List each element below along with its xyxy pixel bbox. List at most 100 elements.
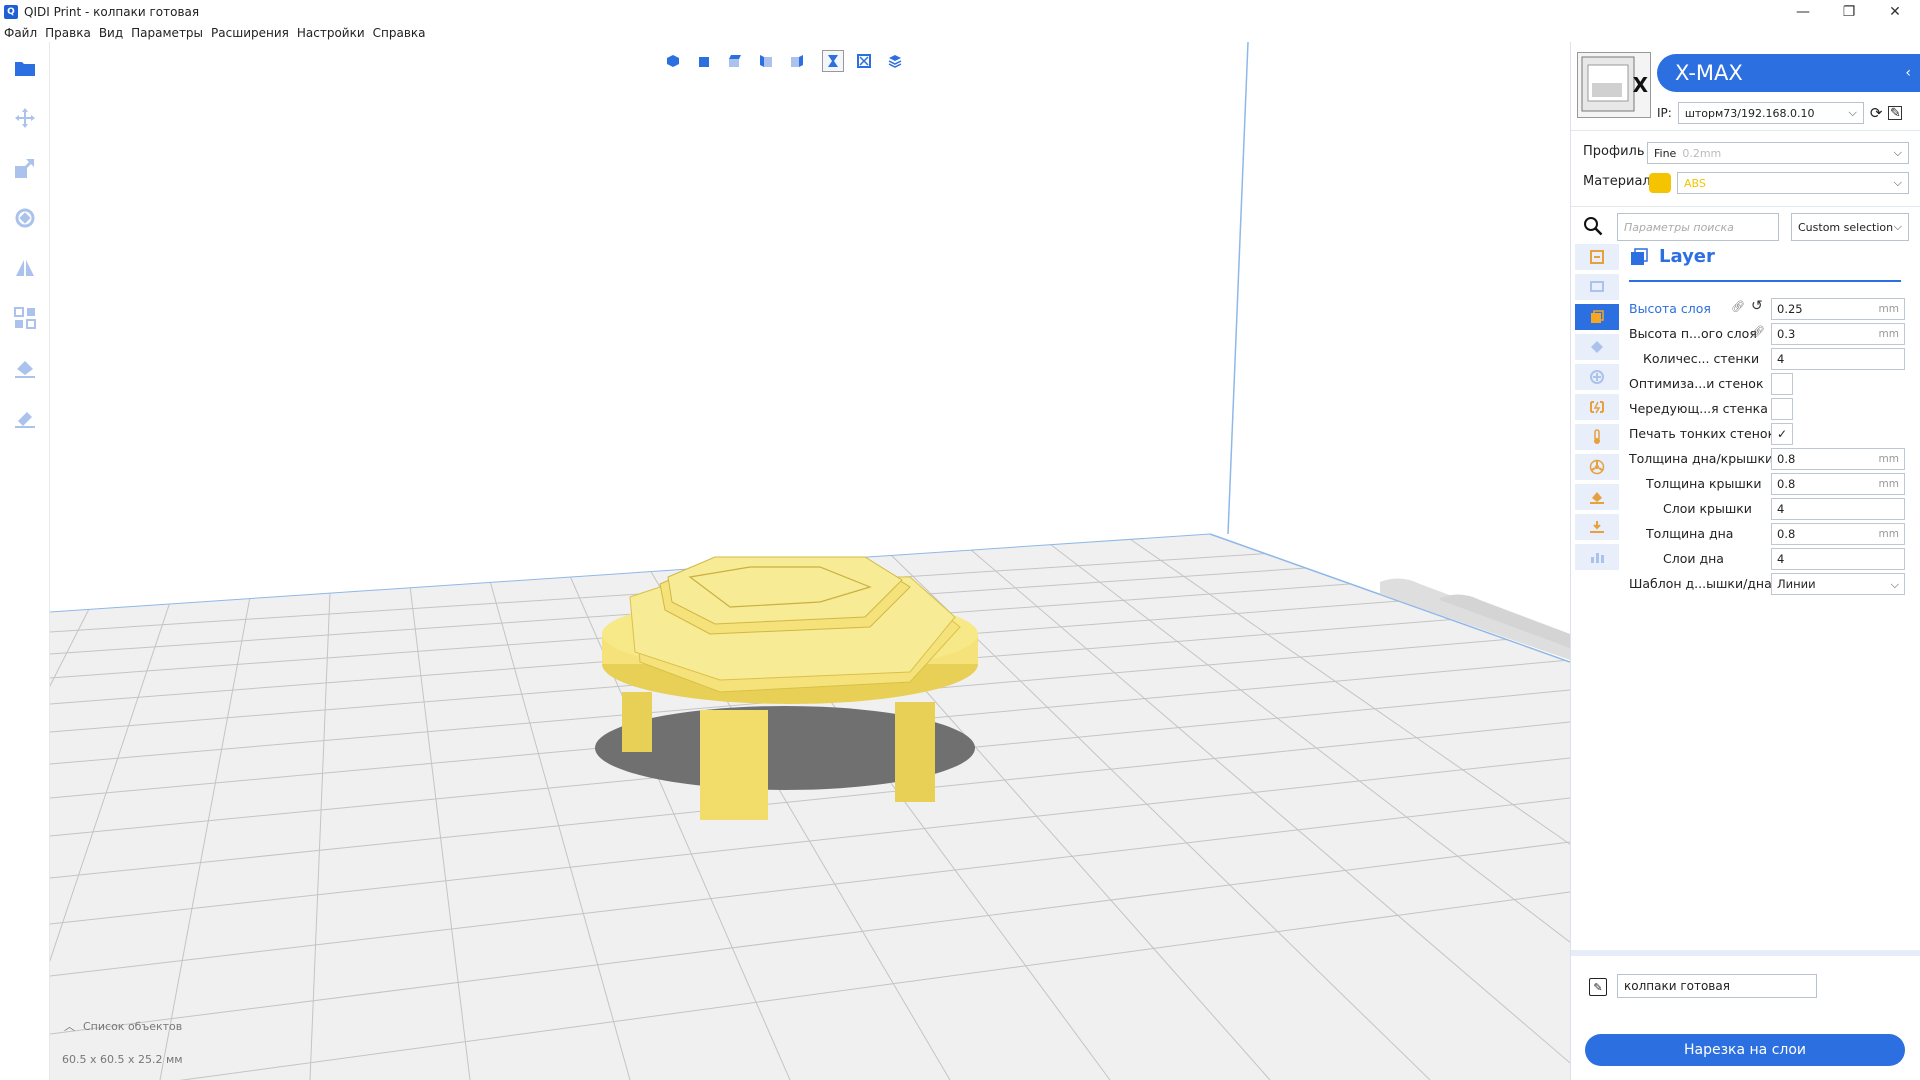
param-label: Слои дна [1663, 551, 1724, 566]
support-eraser-icon[interactable] [13, 406, 37, 430]
folder-icon[interactable] [13, 56, 37, 80]
edit-name-icon[interactable]: ✎ [1589, 978, 1607, 996]
link-icon: 🔗︎ [1751, 325, 1765, 338]
chevron-left-icon: ‹ [1905, 65, 1911, 81]
support-icon[interactable] [13, 356, 37, 380]
section-header: Layer [1629, 246, 1715, 267]
param-top-bottom-thickness: Толщина дна/крышки 0.8 mm [1629, 448, 1919, 470]
view-3d-icon[interactable] [662, 50, 684, 72]
view-top-icon[interactable] [724, 50, 746, 72]
divider [1571, 130, 1920, 131]
tab-infill[interactable] [1575, 334, 1619, 360]
menu-settings[interactable]: Настройки [293, 26, 369, 40]
printer-badge: X [1632, 73, 1648, 97]
bottom-thickness-input[interactable]: 0.8 mm [1771, 523, 1905, 545]
profile-select[interactable]: Fine 0.2mm ⌵ [1647, 142, 1909, 164]
menu-parameters[interactable]: Параметры [127, 26, 207, 40]
top-bottom-pattern-select[interactable]: Линии ⌵ [1771, 573, 1905, 595]
param-initial-layer-height: Высота п...ого слоя 🔗︎ 0.3 mm [1629, 323, 1919, 345]
param-label: Толщина дна [1646, 526, 1734, 541]
custom-selection-label: Custom selection [1798, 220, 1894, 234]
alternate-wall-checkbox[interactable] [1771, 398, 1793, 420]
scale-icon[interactable] [13, 156, 37, 180]
move-icon[interactable] [13, 106, 37, 130]
menu-help[interactable]: Справка [369, 26, 430, 40]
arrange-icon[interactable] [13, 306, 37, 330]
refresh-icon[interactable]: ⟳ [1870, 104, 1883, 122]
job-name-input[interactable]: колпаки готовая [1617, 974, 1817, 998]
param-top-layers: Слои крышки 4 [1629, 498, 1919, 520]
printer-name: X-MAX [1675, 61, 1743, 85]
menu-extensions[interactable]: Расширения [207, 26, 293, 40]
slice-button[interactable]: Нарезка на слои [1585, 1034, 1905, 1066]
param-value: 0.8 [1777, 452, 1796, 466]
param-label: Слои крышки [1663, 501, 1752, 516]
material-color-swatch [1649, 173, 1671, 193]
build-plate-scene[interactable] [50, 42, 1570, 1080]
reset-icon[interactable]: ↺ [1751, 298, 1763, 314]
bottom-layers-input[interactable]: 4 [1771, 548, 1905, 570]
ip-value: штopм73/192.168.0.10 [1684, 106, 1815, 120]
app-logo-icon: Q [4, 5, 18, 19]
tab-experimental[interactable] [1575, 544, 1619, 570]
close-button[interactable]: ✕ [1872, 0, 1918, 24]
view-front-icon[interactable] [693, 50, 715, 72]
top-layers-input[interactable]: 4 [1771, 498, 1905, 520]
param-unit: mm [1878, 478, 1899, 490]
tab-temperature[interactable] [1575, 424, 1619, 450]
tab-cooling[interactable] [1575, 454, 1619, 480]
param-label: Печать тонких стенок [1629, 426, 1776, 441]
search-icon[interactable] [1583, 216, 1605, 238]
menu-edit[interactable]: Правка [41, 26, 95, 40]
category-tabs [1575, 244, 1621, 574]
param-label: Количес... стенки [1643, 351, 1760, 366]
edit-printer-icon[interactable]: ✎ [1888, 106, 1903, 121]
custom-selection-dropdown[interactable]: Custom selection ⌵ [1791, 213, 1909, 241]
divider [1571, 206, 1920, 207]
tab-quality[interactable] [1575, 244, 1619, 270]
ip-select[interactable]: штopм73/192.168.0.10 ⌵ [1677, 102, 1864, 124]
tab-layer[interactable] [1575, 304, 1619, 330]
object-list-toggle[interactable]: ︿ Список объектов [64, 1018, 182, 1034]
menu-view[interactable]: Вид [95, 26, 127, 40]
top-bottom-thickness-input[interactable]: 0.8 mm [1771, 448, 1905, 470]
param-value: 0.8 [1777, 477, 1796, 491]
tab-speed[interactable] [1575, 394, 1619, 420]
x-ray-icon[interactable] [822, 50, 844, 72]
param-value: 4 [1777, 502, 1785, 516]
tab-material[interactable] [1575, 364, 1619, 390]
param-top-bottom-pattern: Шаблон д...ышки/дна Линии ⌵ [1629, 573, 1919, 595]
view-right-icon[interactable] [786, 50, 808, 72]
menu-bar: Файл Правка Вид Параметры Расширения Нас… [0, 24, 1920, 42]
optimize-walls-checkbox[interactable] [1771, 373, 1793, 395]
thin-walls-checkbox[interactable]: ✓ [1771, 423, 1793, 445]
material-select[interactable]: ABS ⌵ [1677, 172, 1909, 194]
3d-viewport[interactable]: ︿ Список объектов 60.5 x 60.5 x 25.2 мм [50, 42, 1570, 1080]
top-thickness-input[interactable]: 0.8 mm [1771, 473, 1905, 495]
wall-count-input[interactable]: 4 [1771, 348, 1905, 370]
printer-selector[interactable]: X-MAX ‹ [1657, 54, 1920, 92]
chevron-down-icon: ⌵ [1848, 106, 1857, 119]
chevron-down-icon: ⌵ [1893, 220, 1902, 233]
view-left-icon[interactable] [755, 50, 777, 72]
initial-layer-height-input[interactable]: 0.3 mm [1771, 323, 1905, 345]
link-icon: 🔗︎ [1731, 300, 1745, 313]
maximize-button[interactable]: ❐ [1826, 0, 1872, 24]
tab-support[interactable] [1575, 484, 1619, 510]
material-label: Материал [1583, 174, 1651, 189]
tab-shell[interactable] [1575, 274, 1619, 300]
param-bottom-layers: Слои дна 4 [1629, 548, 1919, 570]
minimize-button[interactable]: — [1780, 0, 1826, 24]
layer-height-input[interactable]: 0.25 mm [1771, 298, 1905, 320]
mirror-icon[interactable] [13, 256, 37, 280]
search-input[interactable]: Параметры поиска [1617, 213, 1779, 241]
param-value: 0.8 [1777, 527, 1796, 541]
rotate-icon[interactable] [13, 206, 37, 230]
param-label: Толщина дна/крышки [1629, 451, 1774, 466]
menu-file[interactable]: Файл [0, 26, 41, 40]
chevron-down-icon: ⌵ [1893, 146, 1902, 159]
layer-view-icon[interactable] [884, 50, 906, 72]
wireframe-icon[interactable] [853, 50, 875, 72]
tab-adhesion[interactable] [1575, 514, 1619, 540]
param-value: 4 [1777, 552, 1785, 566]
